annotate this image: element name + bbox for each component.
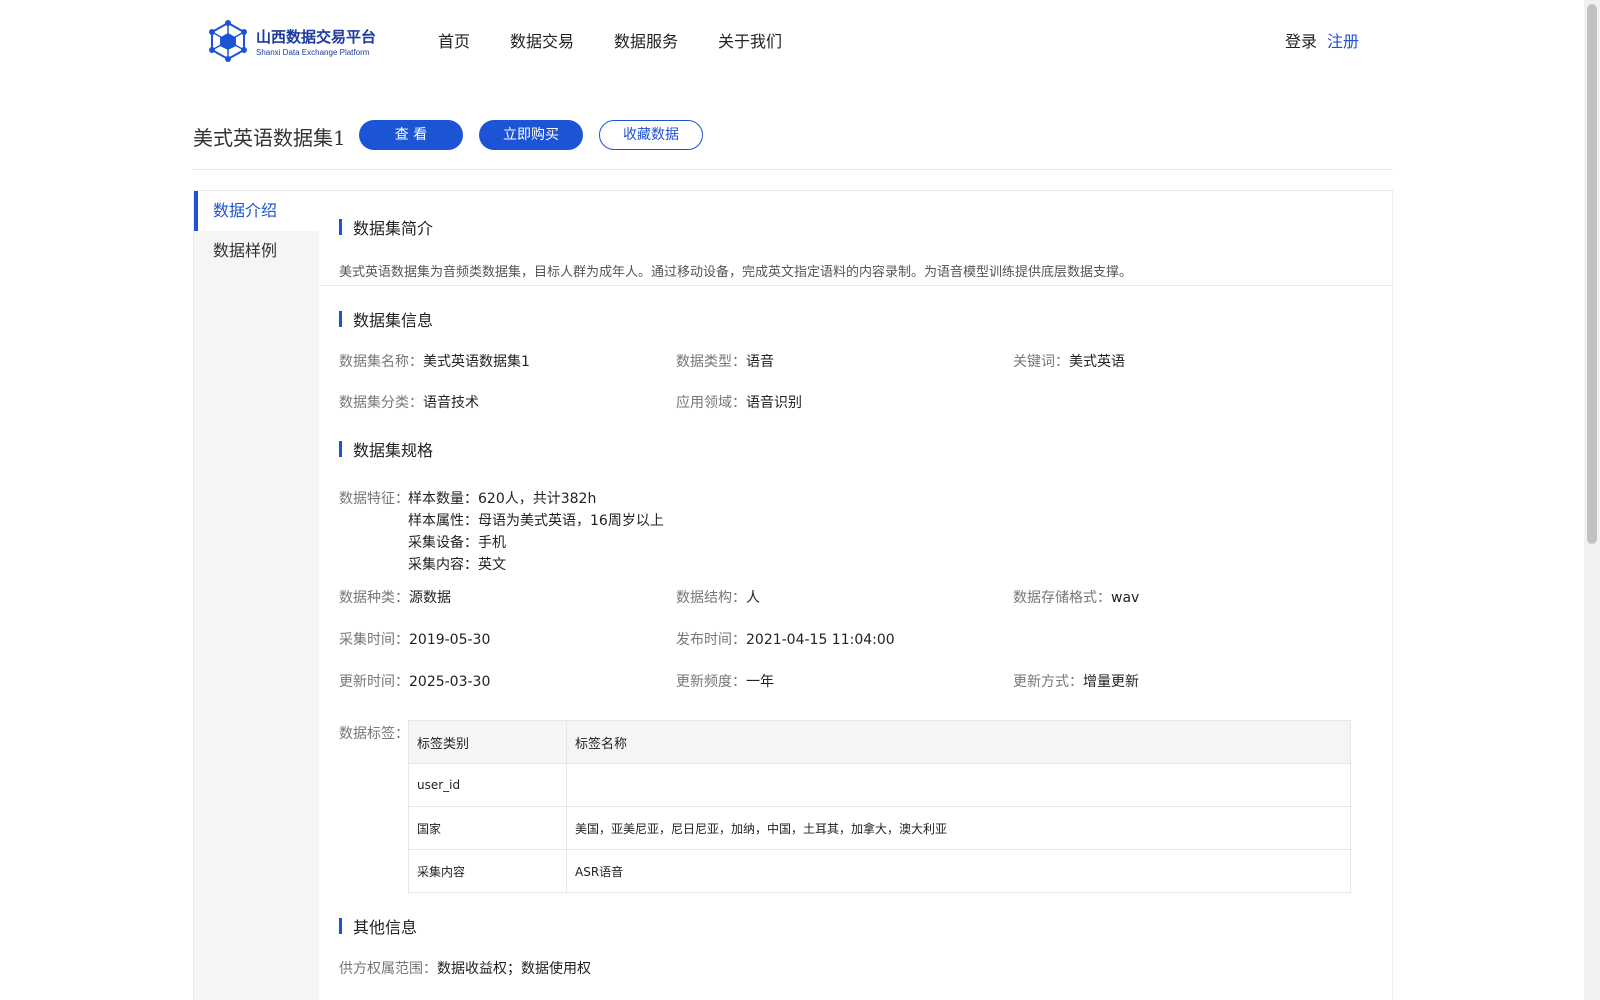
field-collect-time: 采集时间：2019-05-30 [339,629,490,649]
field-value: 美式英语 [1069,354,1125,370]
favorite-button[interactable]: 收藏数据 [599,120,703,150]
section-divider [319,285,1392,286]
field-update-frequency: 更新频度：一年 [676,671,774,691]
feature-item: 样本属性：母语为美式英语，16周岁以上 [408,513,664,529]
field-value: 数据收益权；数据使用权 [437,961,591,977]
dataset-title-row: 美式英语数据集1 查 看 立即购买 收藏数据 [193,120,1393,170]
section-heading-info: 数据集信息 [339,307,433,330]
section-heading-intro: 数据集简介 [339,215,433,238]
page: 山西数据交易平台 Shanxi Data Exchange Platform 首… [0,0,1600,1000]
field-value: 2025-03-30 [409,674,491,690]
logo-hexagon-icon [209,20,247,62]
field-label: 发布时间： [676,632,746,648]
field-label: 数据存储格式： [1013,590,1111,606]
field-label: 更新时间： [339,674,409,690]
feature-item: 采集设备：手机 [408,535,506,551]
field-label: 数据类型： [676,354,746,370]
field-update-mode: 更新方式：增量更新 [1013,671,1139,691]
field-value: 语音技术 [423,395,479,411]
field-label: 更新频度： [676,674,746,690]
field-label: 采集时间： [339,632,409,648]
register-link[interactable]: 注册 [1327,28,1359,52]
scrollbar-thumb[interactable] [1587,4,1597,544]
table-cell: ASR语音 [566,849,1351,893]
field-value: 语音识别 [746,395,802,411]
field-update-time: 更新时间：2025-03-30 [339,671,490,691]
intro-text: 美式英语数据集为音频类数据集，目标人群为成年人。通过移动设备，完成英文指定语料的… [339,265,1133,280]
field-label: 更新方式： [1013,674,1083,690]
nav-about-us[interactable]: 关于我们 [718,28,782,52]
table-row: 国家 美国，亚美尼亚，尼日尼亚，加纳，中国，土耳其，加拿大，澳大利亚 [408,806,1351,850]
tag-table: 标签类别 标签名称 user_id 国家 美国，亚美尼亚，尼日尼亚，加纳，中国，… [408,720,1351,893]
field-value: 增量更新 [1083,674,1139,690]
field-value: 一年 [746,674,774,690]
table-row: 采集内容 ASR语音 [408,849,1351,893]
main-nav: 首页 数据交易 数据服务 关于我们 [438,28,822,52]
table-header-row: 标签类别 标签名称 [408,720,1351,764]
field-label: 关键词： [1013,354,1069,370]
sidebar-item-data-intro[interactable]: 数据介绍 [194,191,319,231]
logo-subtitle: Shanxi Data Exchange Platform [256,48,370,57]
feature-label: 数据特征： [339,491,409,507]
field-value: 2019-05-30 [409,632,491,648]
login-link[interactable]: 登录 [1285,28,1317,52]
view-button[interactable]: 查 看 [359,120,463,150]
nav-data-services[interactable]: 数据服务 [614,28,678,52]
field-label: 数据集名称： [339,354,423,370]
page-scrollbar[interactable] [1584,0,1600,1000]
field-value: wav [1111,590,1140,606]
field-publish-time: 发布时间：2021-04-15 11:04:00 [676,629,895,649]
field-value: 源数据 [409,590,451,606]
logo-title: 山西数据交易平台 [256,28,377,46]
field-value: 2021-04-15 11:04:00 [746,632,895,648]
field-dataset-name: 数据集名称：美式英语数据集1 [339,351,530,371]
field-value: 语音 [746,354,774,370]
field-data-structure: 数据结构：人 [676,587,760,607]
field-label: 数据种类： [339,590,409,606]
table-cell: user_id [408,763,567,807]
field-data-kind: 数据种类：源数据 [339,587,451,607]
column-header-tag-category: 标签类别 [408,720,567,764]
feature-item: 采集内容：英文 [408,557,506,573]
feature-list: 样本数量：620人，共计382h 样本属性：母语为美式英语，16周岁以上 采集设… [408,488,664,576]
table-cell: 国家 [408,806,567,850]
table-cell: 美国，亚美尼亚，尼日尼亚，加纳，中国，土耳其，加拿大，澳大利亚 [566,806,1351,850]
detail-content: 数据集简介 美式英语数据集为音频类数据集，目标人群为成年人。通过移动设备，完成英… [319,191,1392,1000]
table-row: user_id [408,763,1351,807]
section-heading-other: 其他信息 [339,914,417,937]
top-header: 山西数据交易平台 Shanxi Data Exchange Platform 首… [0,0,1568,80]
auth-links: 登录 注册 [1285,28,1359,52]
section-heading-spec: 数据集规格 [339,437,433,460]
field-application-domain: 应用领域：语音识别 [676,392,802,412]
detail-sidebar: 数据介绍 数据样例 [194,191,319,1000]
field-label: 数据结构： [676,590,746,606]
field-label: 数据集分类： [339,395,423,411]
field-keywords: 关键词：美式英语 [1013,351,1125,371]
field-dataset-category: 数据集分类：语音技术 [339,392,479,412]
nav-home[interactable]: 首页 [438,28,470,52]
sidebar-item-data-sample[interactable]: 数据样例 [194,231,319,271]
page-title: 美式英语数据集1 [193,126,346,150]
nav-data-trading[interactable]: 数据交易 [510,28,574,52]
column-header-tag-name: 标签名称 [566,720,1351,764]
field-label: 应用领域： [676,395,746,411]
feature-item: 样本数量：620人，共计382h [408,491,597,507]
title-divider [193,169,1393,170]
field-data-type: 数据类型：语音 [676,351,774,371]
logo[interactable]: 山西数据交易平台 Shanxi Data Exchange Platform [208,20,378,62]
tags-label: 数据标签： [339,726,409,742]
field-rights-scope: 供方权属范围：数据收益权；数据使用权 [339,958,591,978]
table-cell [566,763,1351,807]
detail-panel: 数据介绍 数据样例 数据集简介 美式英语数据集为音频类数据集，目标人群为成年人。… [193,190,1393,1000]
table-cell: 采集内容 [408,849,567,893]
field-value: 人 [746,590,760,606]
field-storage-format: 数据存储格式：wav [1013,587,1139,607]
buy-now-button[interactable]: 立即购买 [479,120,583,150]
field-value: 美式英语数据集1 [423,354,530,370]
field-label: 供方权属范围： [339,961,437,977]
